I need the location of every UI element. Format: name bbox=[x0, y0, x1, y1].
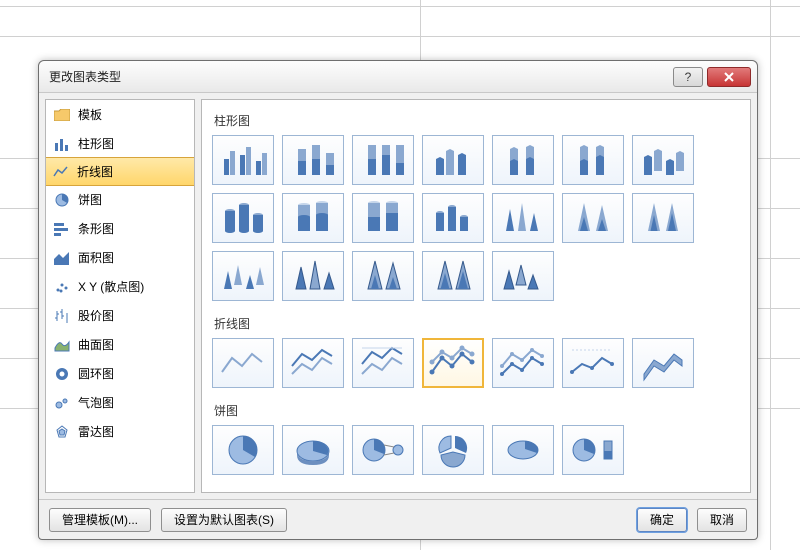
thumb-bar-of-pie[interactable] bbox=[562, 425, 624, 475]
sidebar-item-radar[interactable]: 雷达图 bbox=[46, 417, 194, 446]
thumb-pyramid-100stacked[interactable] bbox=[422, 251, 484, 301]
change-chart-type-dialog: 更改图表类型 ? 模板 柱形图 折线图 bbox=[38, 60, 758, 540]
area-chart-icon bbox=[54, 250, 70, 266]
set-default-chart-button[interactable]: 设置为默认图表(S) bbox=[161, 508, 287, 532]
thumb-cylinder-clustered[interactable] bbox=[212, 193, 274, 243]
section-label-line: 折线图 bbox=[214, 315, 740, 332]
stock-chart-icon bbox=[54, 308, 70, 324]
thumb-column-3d-stacked[interactable] bbox=[492, 135, 554, 185]
bubble-chart-icon bbox=[54, 395, 70, 411]
thumb-pie-exploded-3d[interactable] bbox=[492, 425, 554, 475]
sidebar-item-column[interactable]: 柱形图 bbox=[46, 129, 194, 158]
thumb-line-100stacked-markers[interactable] bbox=[562, 338, 624, 388]
line-chart-icon bbox=[53, 164, 69, 180]
sidebar-item-label: 模板 bbox=[78, 106, 102, 123]
sidebar-item-stock[interactable]: 股价图 bbox=[46, 301, 194, 330]
sidebar-item-label: 股价图 bbox=[78, 307, 114, 324]
thumb-column-3d-100stacked[interactable] bbox=[562, 135, 624, 185]
sidebar-item-surface[interactable]: 曲面图 bbox=[46, 330, 194, 359]
thumb-line-markers[interactable] bbox=[422, 338, 484, 388]
section-label-pie: 饼图 bbox=[214, 402, 740, 419]
sidebar-item-bubble[interactable]: 气泡图 bbox=[46, 388, 194, 417]
radar-chart-icon bbox=[54, 424, 70, 440]
column-chart-icon bbox=[54, 136, 70, 152]
thumb-cone-3d[interactable] bbox=[212, 251, 274, 301]
folder-icon bbox=[54, 107, 70, 123]
scatter-chart-icon bbox=[54, 279, 70, 295]
help-button[interactable]: ? bbox=[673, 67, 703, 87]
sidebar-item-label: 面积图 bbox=[78, 249, 114, 266]
sidebar-item-label: 条形图 bbox=[78, 220, 114, 237]
sidebar-item-label: X Y (散点图) bbox=[78, 278, 144, 295]
manage-templates-button[interactable]: 管理模板(M)... bbox=[49, 508, 151, 532]
dialog-footer: 管理模板(M)... 设置为默认图表(S) 确定 取消 bbox=[39, 499, 757, 539]
thumb-cylinder-3d[interactable] bbox=[422, 193, 484, 243]
bar-chart-icon bbox=[54, 221, 70, 237]
pie-chart-icon bbox=[54, 192, 70, 208]
doughnut-chart-icon bbox=[54, 366, 70, 382]
line-chart-grid bbox=[212, 338, 740, 388]
sidebar-item-bar[interactable]: 条形图 bbox=[46, 214, 194, 243]
thumb-pyramid-clustered[interactable] bbox=[282, 251, 344, 301]
sidebar-item-label: 折线图 bbox=[77, 163, 113, 180]
thumb-column-100stacked[interactable] bbox=[352, 135, 414, 185]
thumb-cylinder-stacked[interactable] bbox=[282, 193, 344, 243]
thumb-cylinder-100stacked[interactable] bbox=[352, 193, 414, 243]
thumb-pie[interactable] bbox=[212, 425, 274, 475]
sidebar-item-label: 柱形图 bbox=[78, 135, 114, 152]
thumb-column-3d[interactable] bbox=[632, 135, 694, 185]
thumb-cone-stacked[interactable] bbox=[562, 193, 624, 243]
sidebar-item-doughnut[interactable]: 圆环图 bbox=[46, 359, 194, 388]
sidebar-item-label: 饼图 bbox=[78, 191, 102, 208]
thumb-line[interactable] bbox=[212, 338, 274, 388]
thumb-cone-100stacked[interactable] bbox=[632, 193, 694, 243]
thumb-pyramid-stacked[interactable] bbox=[352, 251, 414, 301]
thumb-line-stacked[interactable] bbox=[282, 338, 344, 388]
sidebar-item-line[interactable]: 折线图 bbox=[45, 157, 195, 186]
sidebar-item-label: 气泡图 bbox=[78, 394, 114, 411]
thumb-cone-clustered[interactable] bbox=[492, 193, 554, 243]
section-label-column: 柱形图 bbox=[214, 112, 740, 129]
sidebar-item-scatter[interactable]: X Y (散点图) bbox=[46, 272, 194, 301]
surface-chart-icon bbox=[54, 337, 70, 353]
thumb-line-stacked-markers[interactable] bbox=[492, 338, 554, 388]
thumb-pie-of-pie[interactable] bbox=[352, 425, 414, 475]
chart-type-gallery: 柱形图 bbox=[201, 99, 751, 493]
dialog-body: 模板 柱形图 折线图 饼图 bbox=[39, 93, 757, 499]
close-button[interactable] bbox=[707, 67, 751, 87]
thumb-column-3d-clustered[interactable] bbox=[422, 135, 484, 185]
sidebar-item-area[interactable]: 面积图 bbox=[46, 243, 194, 272]
column-chart-grid bbox=[212, 135, 740, 301]
dialog-title: 更改图表类型 bbox=[49, 68, 669, 85]
sidebar-item-label: 圆环图 bbox=[78, 365, 114, 382]
chart-category-sidebar: 模板 柱形图 折线图 饼图 bbox=[45, 99, 195, 493]
thumb-pie-3d[interactable] bbox=[282, 425, 344, 475]
ok-button[interactable]: 确定 bbox=[637, 508, 687, 532]
thumb-column-stacked[interactable] bbox=[282, 135, 344, 185]
sidebar-item-label: 曲面图 bbox=[78, 336, 114, 353]
pie-chart-grid bbox=[212, 425, 740, 475]
dialog-titlebar: 更改图表类型 ? bbox=[39, 61, 757, 93]
sidebar-item-pie[interactable]: 饼图 bbox=[46, 185, 194, 214]
thumb-pie-exploded[interactable] bbox=[422, 425, 484, 475]
sidebar-item-templates[interactable]: 模板 bbox=[46, 100, 194, 129]
chart-type-gallery-scroll[interactable]: 柱形图 bbox=[202, 100, 750, 492]
thumb-pyramid-3d[interactable] bbox=[492, 251, 554, 301]
thumb-column-clustered[interactable] bbox=[212, 135, 274, 185]
thumb-line-100stacked[interactable] bbox=[352, 338, 414, 388]
sidebar-item-label: 雷达图 bbox=[78, 423, 114, 440]
cancel-button[interactable]: 取消 bbox=[697, 508, 747, 532]
thumb-line-3d[interactable] bbox=[632, 338, 694, 388]
